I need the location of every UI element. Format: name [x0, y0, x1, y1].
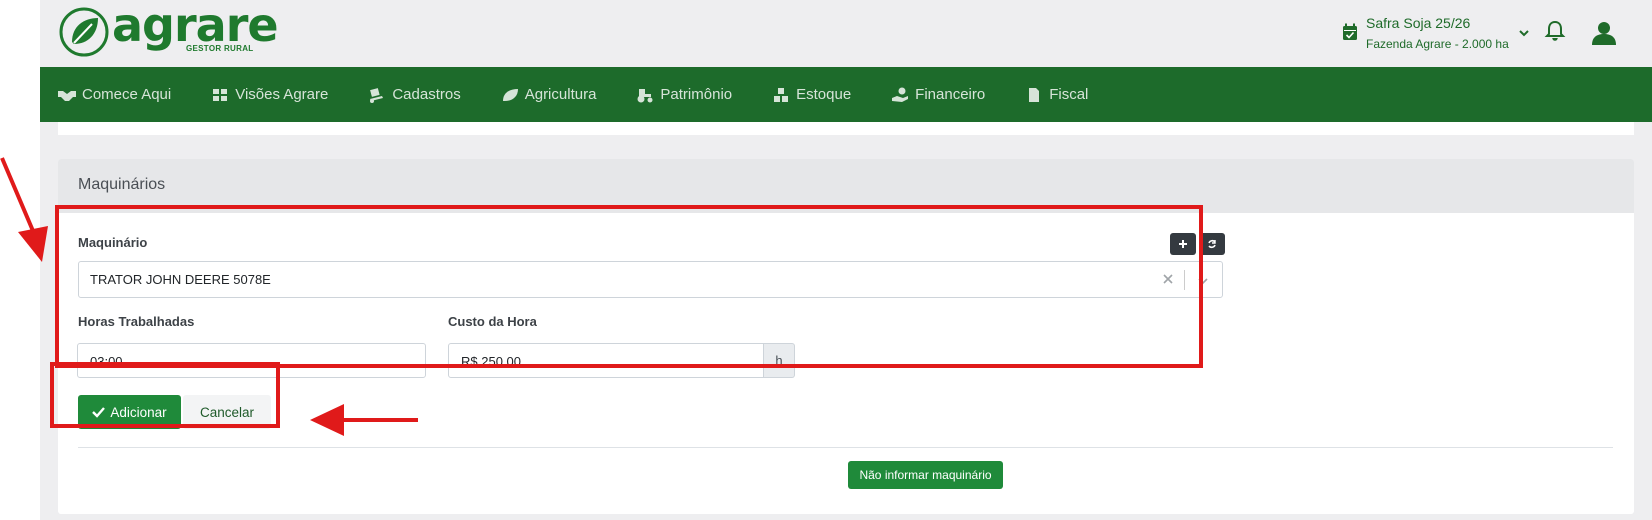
annotation-box-form — [55, 205, 1203, 368]
annotation-box-buttons — [50, 362, 280, 428]
nav-label: Fiscal — [1049, 86, 1089, 103]
tractor-icon — [637, 88, 653, 102]
brand-tagline: GESTOR RURAL — [186, 44, 254, 53]
chevron-down-icon — [1519, 30, 1529, 37]
nav-label: Financeiro — [915, 86, 986, 103]
nav-item-financeiro[interactable]: Financeiro — [891, 86, 985, 103]
nav-label: Visões Agrare — [235, 86, 329, 103]
main-nav: Comece Aqui Visões Agrare Cadastros Agri… — [40, 67, 1652, 122]
nav-label: Patrimônio — [660, 86, 733, 103]
page: agrare GESTOR RURAL Safra Soja 25/26 Faz… — [0, 0, 1652, 520]
nav-label: Comece Aqui — [82, 86, 172, 103]
top-header: agrare GESTOR RURAL Safra Soja 25/26 Faz… — [40, 0, 1652, 67]
hand-holding-dollar-icon — [892, 87, 909, 102]
grid-icon — [213, 88, 228, 101]
refresh-icon — [1208, 239, 1216, 249]
content-strip — [58, 122, 1634, 135]
nav-item-patrimonio[interactable]: Patrimônio — [636, 86, 732, 103]
boxes-icon — [774, 87, 789, 102]
nav-item-visoes-agrare[interactable]: Visões Agrare — [211, 86, 328, 103]
file-invoice-icon — [1029, 87, 1040, 102]
leaf-logo-icon — [59, 7, 109, 57]
no-maquinario-button[interactable]: Não informar maquinário — [848, 461, 1003, 489]
nav-item-comece-aqui[interactable]: Comece Aqui — [58, 86, 171, 103]
leaf-icon — [502, 88, 518, 101]
nav-item-cadastros[interactable]: Cadastros — [368, 86, 461, 103]
nav-label: Estoque — [796, 86, 852, 103]
safra-title: Safra Soja 25/26 — [1366, 15, 1471, 31]
nav-label: Agricultura — [524, 86, 597, 103]
dolly-icon — [370, 87, 384, 103]
nav-item-estoque[interactable]: Estoque — [772, 86, 851, 103]
bell-icon[interactable] — [1543, 19, 1567, 43]
safra-selector[interactable]: Safra Soja 25/26 Fazenda Agrare - 2.000 … — [1342, 14, 1531, 53]
card-title: Maquinários — [78, 176, 166, 193]
safra-farm: Fazenda Agrare - 2.000 ha — [1366, 37, 1509, 51]
nav-item-agricultura[interactable]: Agricultura — [501, 86, 597, 103]
divider — [78, 447, 1613, 448]
user-icon[interactable] — [1591, 20, 1617, 46]
handshake-icon — [58, 90, 76, 101]
calendar-check-icon — [1343, 23, 1357, 40]
nav-label: Cadastros — [392, 86, 461, 103]
nav-item-fiscal[interactable]: Fiscal — [1025, 86, 1088, 103]
